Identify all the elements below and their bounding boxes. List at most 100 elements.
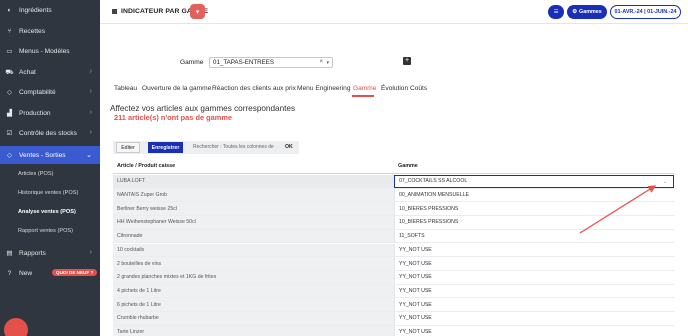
article-cell: 2 bouteilles de vins [113,257,394,270]
article-cell: 6 pichets de 1 Litre [113,298,394,311]
tab-ouverture-de-la-gamme[interactable]: Ouverture de la gamme [142,85,211,92]
gamme-select-value: 01_TAPAS-ENTREES [213,59,274,66]
sidebar-item-production[interactable]: ▟ Production › [0,104,100,122]
sidebar-subitem-articles-pos-[interactable]: Articles (POS) [0,167,100,181]
table-row: NANTAIS Zuper Grob 00_ANIMATION MENSUELLE [113,188,674,203]
cart-icon: ⛟ [5,68,14,76]
checkbox-icon: ☑ [6,130,13,137]
gamme-cell-text: YY_NOT USE [399,246,432,253]
search-input[interactable]: Rechercher : Toutes les colonnes de [193,144,274,150]
chat-bubble-icon[interactable] [4,318,28,336]
chart-icon: ▤ [6,250,13,257]
article-cell: Crumble rhubarbe [113,312,394,325]
list-view-button[interactable]: ☰ [548,5,564,19]
sidebar-item-label: New [19,269,33,277]
gamme-cell[interactable]: YY_NOT USE [394,284,674,298]
whats-new-badge[interactable]: QUOI DE NEUF ? [52,269,98,276]
active-tab-underline [352,95,374,97]
fork-knife-icon: ⑂ [7,27,12,35]
chevron-down-icon: ▾ [326,60,329,66]
sidebar-subitem-rapport-ventes-pos-[interactable]: Rapport ventes (POS) [0,224,100,238]
list-icon: ☰ [553,9,559,15]
sidebar-item-label: Rapports [19,249,46,257]
tab-evolution-couts[interactable]: Évolution Coûts [381,85,427,92]
article-cell: 10 cocktails [113,243,394,257]
gamme-cell[interactable]: 10_BIERES PRESSIONS [394,216,674,229]
gamme-cell[interactable]: YY_NOT USE [394,270,674,284]
gammes-button[interactable]: ⚙ Gammes [567,5,607,19]
unassigned-count: 211 article(s) n'ont pas de gamme [114,113,232,122]
gamme-cell-text: YY_NOT USE [399,329,432,336]
gamme-cell-text: YY_NOT USE [399,260,432,267]
sidebar-item-menus-mod-les[interactable]: ▭ Menus - Modèles [0,42,100,60]
sidebar-item-label: Ingrédients [19,6,52,14]
search-ok-button[interactable]: OK [285,144,293,150]
gamme-cell[interactable]: YY_NOT USE [394,312,674,325]
gamme-cell[interactable]: YY_NOT USE [394,325,674,336]
tab-tableau[interactable]: Tableau [114,85,137,92]
tag-icon: ◇ [6,152,13,159]
title-dropdown-button[interactable]: ▾ [190,4,205,19]
column-header-article: Article / Produit caisse [117,163,176,169]
table-row: Citronnade 11_SOFTS [113,229,674,244]
column-header-gamme: Gamme [398,163,418,169]
gamme-select[interactable]: 01_TAPAS-ENTREES × ▾ [209,57,333,68]
date-range-button[interactable]: 01-AVR.-24 | 01-JUIN.-24 [610,5,681,19]
gamme-select-cell[interactable]: 07_COCKTAILS SS ALCOOL ⌄ [394,175,674,188]
sidebar-item-recettes[interactable]: ⑂ Recettes [0,22,100,40]
table-row: 6 pichets de 1 Litre YY_NOT USE [113,298,674,312]
assign-heading: Affectez vos articles aux gammes corresp… [110,104,296,113]
table-row: LUBA LOFT 07_COCKTAILS SS ALCOOL ⌄ [113,175,674,189]
sidebar-item-label: Production [19,109,51,117]
gamme-cell[interactable]: 00_ANIMATION MENSUELLE [394,188,674,202]
sidebar-item-label: Achat [19,68,36,76]
gamme-label: Gamme [180,59,204,66]
table-row: 10 cocktails YY_NOT USE [113,243,674,258]
edit-button[interactable]: Editer [116,142,140,153]
sidebar-subitem-historique-ventes-pos-[interactable]: Historique ventes (POS) [0,186,100,200]
tab-reaction-des-clients-aux-prix[interactable]: Réaction des clients aux prix [212,85,296,92]
grid-icon [112,9,117,14]
article-cell: 4 pichets de 1 Litre [113,284,394,298]
gamme-cell-text: 07_COCKTAILS SS ALCOOL [399,178,468,185]
chevron-down-icon: ⌄ [662,179,667,185]
factory-icon: ▟ [6,110,13,117]
gamme-cell-text: 10_BIERES PRESSIONS [399,205,459,212]
gamme-cell[interactable]: 10_BIERES PRESSIONS [394,202,674,216]
sidebar-item-achat[interactable]: ⛟ Achat › [0,63,100,81]
sidebar-item-label: Ventes - Sorties [19,151,66,159]
tab-menu-engineering[interactable]: Menu Engineering [297,85,351,92]
gamme-cell[interactable]: YY_NOT USE [394,257,674,270]
gammes-button-label: Gammes [579,9,602,15]
book-icon: ▭ [6,48,13,55]
table-row: HH Weihenstephaner Weisse 50cl 10_BIERES … [113,216,674,230]
gamme-cell[interactable]: 11_SOFTS [394,229,674,243]
table-row: Tarte Linzer YY_NOT USE [113,325,674,336]
sidebar-subitem-analyse-ventes-pos-[interactable]: Analyse ventes (POS) [0,205,100,219]
article-cell: NANTAIS Zuper Grob [113,188,394,202]
gamme-cell[interactable]: YY_NOT USE [394,243,674,257]
sidebar-item-label: Comptabilité [19,88,56,96]
table-row: 2 grandes planches mixtes et 1KG de frit… [113,270,674,285]
table-row: 2 bouteilles de vins YY_NOT USE [113,257,674,271]
sidebar-item-contr-le-des-stocks[interactable]: ☑ Contrôle des stocks › [0,124,100,142]
sidebar-item-label: Menus - Modèles [19,47,70,55]
gamme-cell-text: YY_NOT USE [399,301,432,308]
sidebar-item-ingr-dients[interactable]: ◐ Ingrédients [0,1,100,19]
sidebar-item-ventes-sorties[interactable]: ◇ Ventes - Sorties ⌄ [0,146,100,164]
chevron-right-icon: › [89,68,92,75]
leaf-icon: ◐ [7,6,12,14]
chevron-right-icon: › [89,109,92,116]
save-button[interactable]: Enregistrer [148,142,183,153]
chevron-right-icon: › [89,129,92,136]
article-cell: LUBA LOFT [113,175,394,188]
sidebar-item-comptabilit-[interactable]: ◇ Comptabilité › [0,83,100,101]
add-gamme-button[interactable]: + [403,57,411,65]
gamme-cell-text: YY_NOT USE [399,274,432,281]
gamme-cell[interactable]: YY_NOT USE [394,298,674,311]
sidebar-item-rapports[interactable]: ▤ Rapports › [0,244,100,262]
tab-gamme[interactable]: Gamme [353,85,376,92]
clear-icon[interactable]: × [319,59,323,65]
chevron-right-icon: › [89,88,92,95]
chevron-right-icon: › [89,249,92,256]
